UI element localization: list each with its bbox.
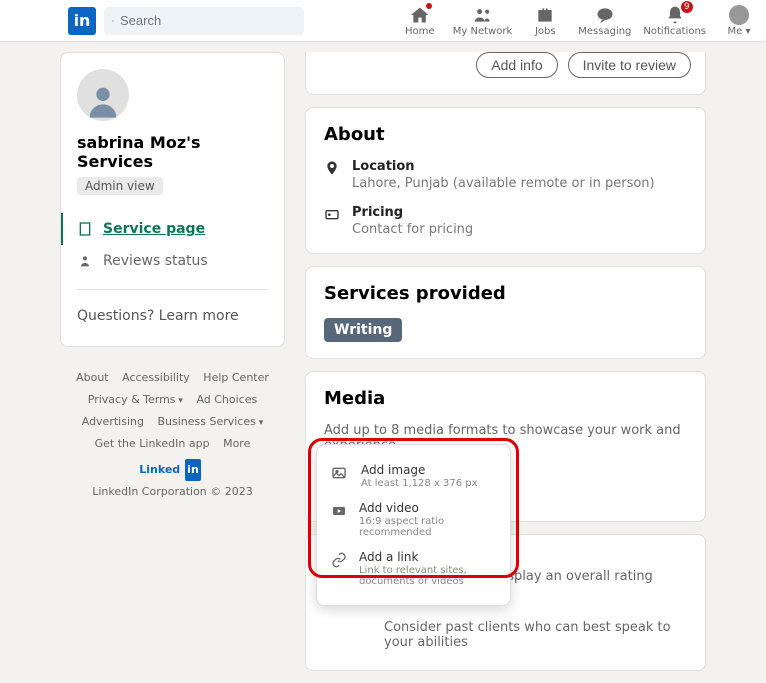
services-section: Services provided Writing <box>305 266 706 359</box>
menu-add-link[interactable]: Add a link Link to relevant sites, docum… <box>331 544 496 593</box>
footer-adchoices[interactable]: Ad Choices <box>196 389 257 411</box>
profile-card: sabrina Moz's Services Admin view Servic… <box>60 52 285 347</box>
tab-reviews-label: Reviews status <box>103 253 208 269</box>
avatar-icon <box>729 5 749 25</box>
service-tag-writing[interactable]: Writing <box>324 318 402 342</box>
invite-hint: Consider past clients who can best speak… <box>384 616 687 654</box>
services-heading: Services provided <box>324 283 687 304</box>
nav-messaging[interactable]: Messaging <box>572 5 637 37</box>
search-input[interactable] <box>120 13 296 28</box>
video-icon <box>331 503 347 519</box>
nav-notifications-label: Notifications <box>643 26 706 37</box>
linkedin-logo[interactable]: in <box>68 7 96 35</box>
footer-about[interactable]: About <box>76 367 109 389</box>
about-section: About Location Lahore, Punjab (available… <box>305 107 706 254</box>
footer-help[interactable]: Help Center <box>203 367 269 389</box>
nav-notifications[interactable]: 9 Notifications <box>637 5 712 37</box>
menu-add-video[interactable]: Add video 16:9 aspect ratio recommended <box>331 495 496 544</box>
main-content: Add info Invite to review About Location… <box>305 52 706 683</box>
footer-accessibility[interactable]: Accessibility <box>122 367 190 389</box>
questions-link[interactable]: Questions? Learn more <box>77 302 268 330</box>
about-heading: About <box>324 124 687 145</box>
pricing-label: Pricing <box>352 205 473 220</box>
pricing-row: Pricing Contact for pricing <box>324 205 687 237</box>
invite-review-button[interactable]: Invite to review <box>568 52 691 78</box>
notification-badge: 9 <box>681 1 693 13</box>
profile-avatar <box>77 69 129 121</box>
location-value: Lahore, Punjab (available remote or in p… <box>352 176 655 191</box>
pricing-icon <box>324 206 340 222</box>
nav-me-label: Me ▾ <box>728 26 751 37</box>
footer-copyright: Linkedin LinkedIn Corporation © 2023 <box>60 459 285 503</box>
messaging-icon <box>595 5 615 25</box>
nav-jobs-label: Jobs <box>535 26 556 37</box>
person-icon <box>77 253 93 269</box>
location-icon <box>324 160 340 176</box>
left-sidebar: sabrina Moz's Services Admin view Servic… <box>60 52 285 511</box>
pricing-value: Contact for pricing <box>352 222 473 237</box>
tab-service-page[interactable]: Service page <box>61 213 268 245</box>
image-icon <box>331 465 347 481</box>
menu-add-link-sub: Link to relevant sites, documents or vid… <box>359 565 496 587</box>
add-info-button[interactable]: Add info <box>476 52 557 78</box>
nav-me[interactable]: Me ▾ <box>712 5 766 37</box>
nav-home[interactable]: Home <box>393 5 447 37</box>
nav-network-label: My Network <box>453 26 512 37</box>
top-navigation: in Home My Network Jobs Messaging 9 Noti… <box>0 0 766 42</box>
top-actions-bar: Add info Invite to review <box>305 52 706 95</box>
menu-add-image[interactable]: Add image At least 1,128 x 376 px <box>331 457 496 495</box>
media-heading: Media <box>324 388 687 409</box>
menu-add-video-title: Add video <box>359 501 496 515</box>
footer-business[interactable]: Business Services <box>157 411 263 433</box>
search-box[interactable] <box>104 7 304 35</box>
jobs-icon <box>535 5 555 25</box>
location-row: Location Lahore, Punjab (available remot… <box>324 159 687 191</box>
search-icon <box>112 14 114 28</box>
services-title: sabrina Moz's Services <box>77 133 268 171</box>
footer-advertising[interactable]: Advertising <box>82 411 144 433</box>
footer-links: About Accessibility Help Center Privacy … <box>60 359 285 511</box>
menu-add-video-sub: 16:9 aspect ratio recommended <box>359 516 496 538</box>
nav-network[interactable]: My Network <box>447 5 518 37</box>
menu-add-image-sub: At least 1,128 x 376 px <box>361 478 478 489</box>
notification-dot <box>426 3 432 9</box>
menu-add-link-title: Add a link <box>359 550 496 564</box>
network-icon <box>473 5 493 25</box>
menu-add-image-title: Add image <box>361 463 478 477</box>
admin-badge: Admin view <box>77 177 163 195</box>
tab-reviews-status[interactable]: Reviews status <box>77 245 268 277</box>
footer-more[interactable]: More <box>223 433 250 455</box>
tab-service-label: Service page <box>103 221 205 237</box>
building-icon <box>77 221 93 237</box>
nav-messaging-label: Messaging <box>578 26 631 37</box>
footer-app[interactable]: Get the LinkedIn app <box>95 433 210 455</box>
nav-home-label: Home <box>405 26 435 37</box>
location-label: Location <box>352 159 655 174</box>
add-media-menu: Add image At least 1,128 x 376 px Add vi… <box>316 444 511 606</box>
nav-jobs[interactable]: Jobs <box>518 5 572 37</box>
link-icon <box>331 552 347 568</box>
footer-privacy[interactable]: Privacy & Terms <box>88 389 183 411</box>
